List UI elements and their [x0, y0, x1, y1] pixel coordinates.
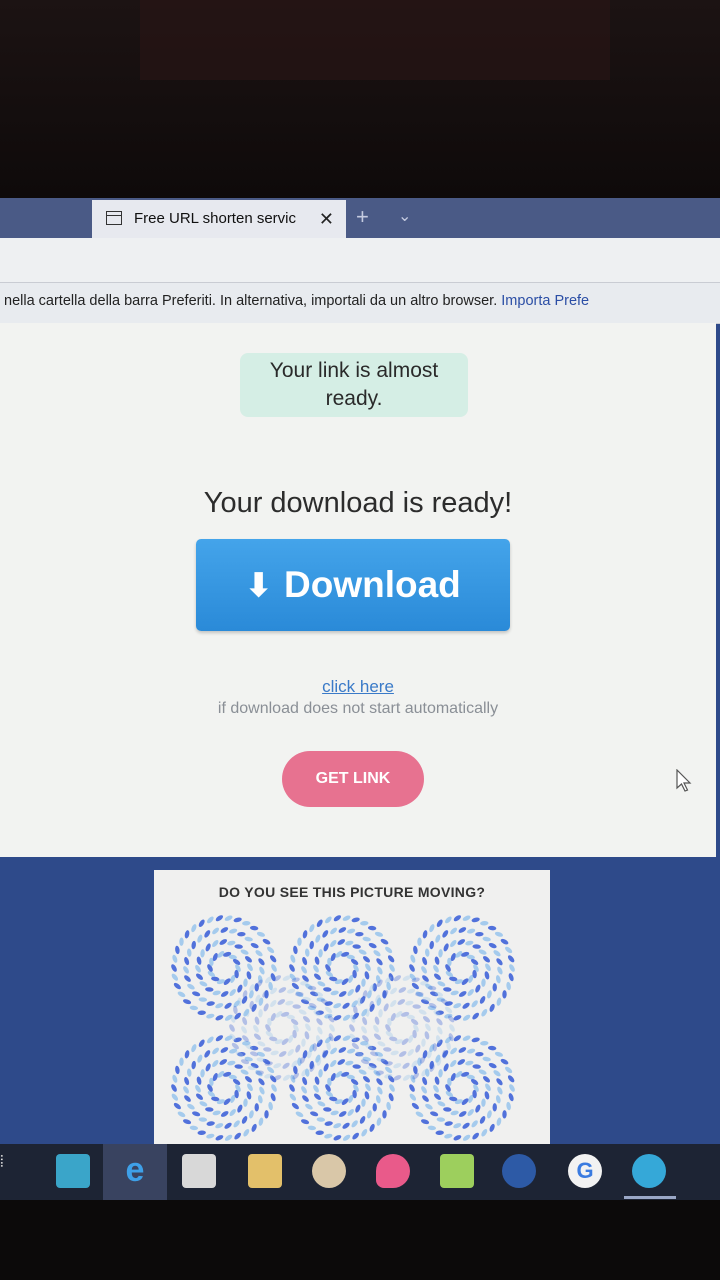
- new-tab-button[interactable]: +: [356, 204, 369, 230]
- get-link-button[interactable]: GET LINK: [282, 751, 424, 807]
- steam-icon[interactable]: [502, 1154, 536, 1188]
- import-favorites-link[interactable]: Importa Prefe: [501, 293, 589, 309]
- address-bar[interactable]: [0, 238, 720, 282]
- page-icon: [106, 211, 122, 225]
- notes-icon[interactable]: [440, 1154, 474, 1188]
- running-app-indicator: [624, 1196, 676, 1199]
- screen: Free URL shorten servic ✕ + ⌄ nella cart…: [0, 198, 720, 1200]
- download-arrow-icon: ⬇: [245, 567, 273, 603]
- task-view-icon[interactable]: ⦙: [0, 1154, 14, 1188]
- favorites-bar-notice: nella cartella della barra Preferiti. In…: [0, 282, 720, 324]
- almost-ready-badge: Your link is almost ready.: [240, 353, 468, 417]
- mail-icon[interactable]: [56, 1154, 90, 1188]
- mouse-pointer-icon: [676, 769, 692, 792]
- tab-active[interactable]: Free URL shorten servic ✕: [92, 200, 346, 238]
- chrome-icon[interactable]: [632, 1154, 666, 1188]
- maps-icon[interactable]: [376, 1154, 410, 1188]
- store-icon[interactable]: [182, 1154, 216, 1188]
- pet-app-icon[interactable]: [312, 1154, 346, 1188]
- monitor-bezel-top: [0, 0, 720, 200]
- download-label: Download: [284, 564, 461, 605]
- taskbar: ⦙ e G: [0, 1144, 720, 1200]
- notice-text: nella cartella della barra Preferiti. In…: [4, 293, 498, 309]
- tab-bar: Free URL shorten servic ✕ + ⌄: [0, 198, 720, 238]
- download-note: if download does not start automatically: [217, 700, 499, 717]
- ad-title: DO YOU SEE THIS PICTURE MOVING?: [218, 884, 486, 900]
- monitor-bezel-bottom: [0, 1200, 720, 1280]
- edge-icon[interactable]: e: [118, 1153, 152, 1188]
- page-title: Your download is ready!: [203, 487, 513, 519]
- tab-title: Free URL shorten servic: [134, 210, 296, 227]
- download-button[interactable]: ⬇ Download: [196, 539, 510, 631]
- favorites-notice-text: nella cartella della barra Preferiti. In…: [4, 293, 589, 309]
- close-icon[interactable]: ✕: [319, 200, 334, 238]
- download-page: Your link is almost ready. Your download…: [0, 323, 716, 857]
- click-here-link[interactable]: click here: [0, 677, 716, 697]
- optical-illusion-image: [171, 915, 515, 1141]
- chevron-down-icon[interactable]: ⌄: [398, 206, 411, 226]
- illusion-ad[interactable]: DO YOU SEE THIS PICTURE MOVING?: [154, 870, 550, 1150]
- google-icon[interactable]: G: [568, 1154, 602, 1188]
- bezel-glare: [140, 0, 610, 80]
- file-explorer-icon[interactable]: [248, 1154, 282, 1188]
